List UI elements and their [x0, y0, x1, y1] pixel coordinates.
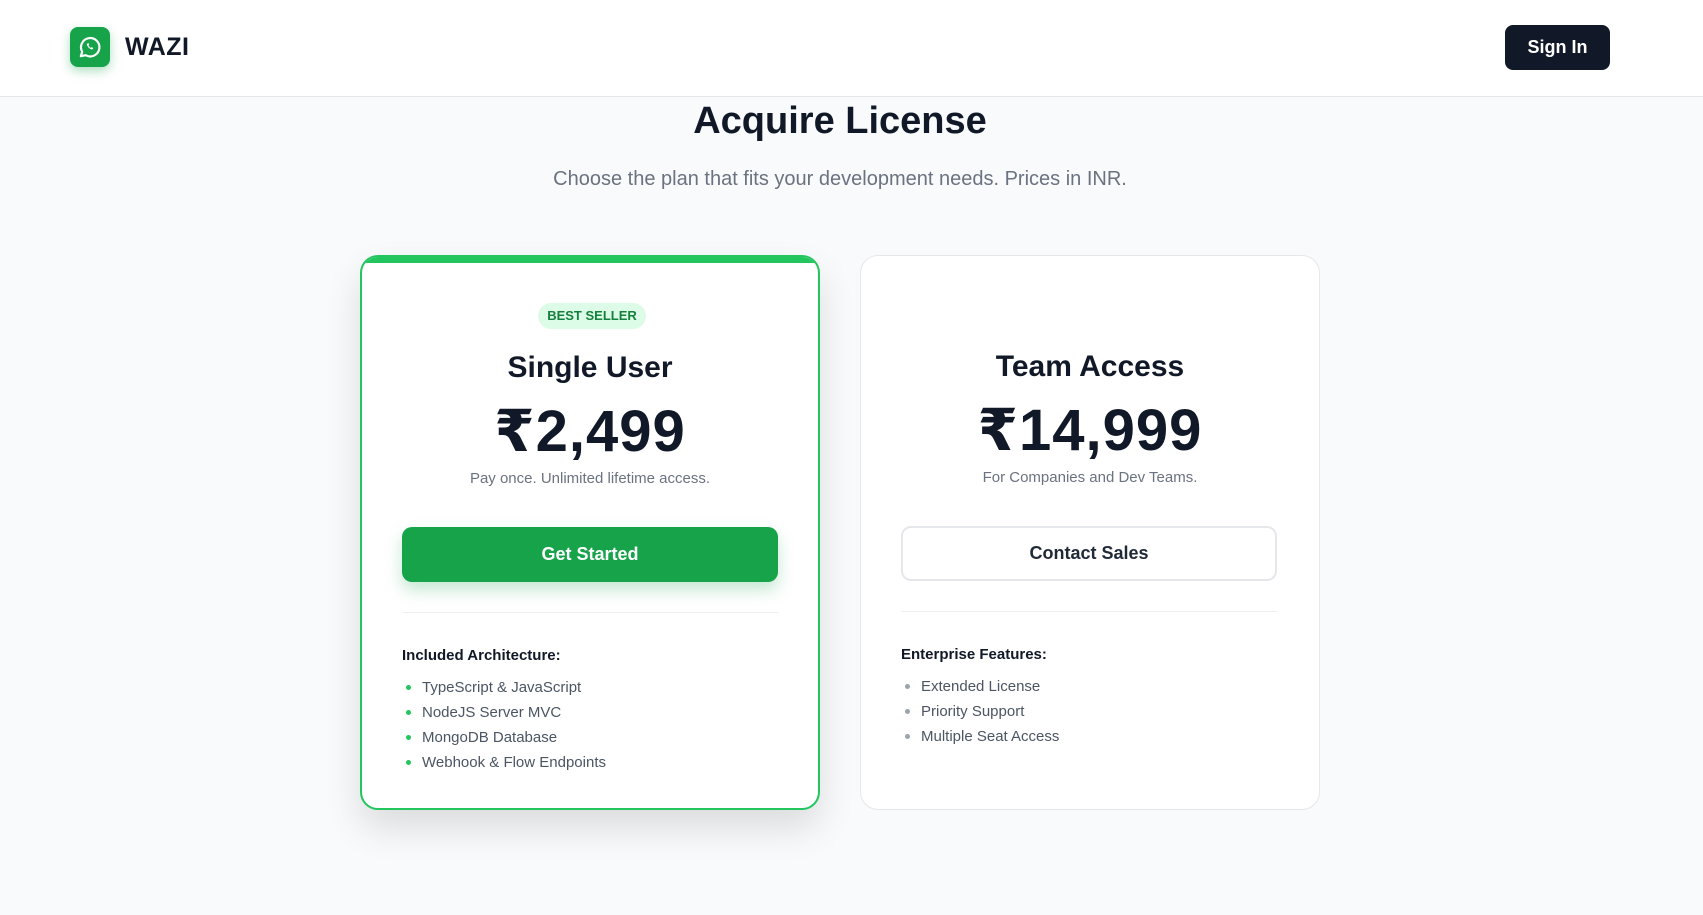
list-item: Multiple Seat Access [901, 724, 1059, 749]
bullet-icon [406, 710, 411, 715]
bullet-icon [905, 684, 910, 689]
list-item: Extended License [901, 674, 1059, 699]
plan-name: Team Access [995, 350, 1185, 383]
feature-label: Multiple Seat Access [921, 728, 1060, 745]
feature-list: TypeScript & JavaScript NodeJS Server MV… [402, 675, 606, 775]
bullet-icon [406, 760, 411, 765]
best-seller-badge: BEST SELLER [538, 303, 646, 329]
bullet-icon [905, 734, 910, 739]
feature-label: NodeJS Server MVC [422, 704, 562, 721]
get-started-button[interactable]: Get Started [402, 527, 778, 582]
feature-list: Extended License Priority Support Multip… [901, 674, 1059, 749]
plan-price-note: For Companies and Dev Teams. [982, 469, 1198, 486]
list-item: NodeJS Server MVC [402, 700, 606, 725]
list-item: Priority Support [901, 699, 1059, 724]
card-accent-bar [362, 257, 818, 263]
divider [901, 611, 1277, 612]
list-item: TypeScript & JavaScript [402, 675, 606, 700]
plan-card-team-access: Team Access ₹14,999 For Companies and De… [860, 255, 1320, 810]
bullet-icon [905, 709, 910, 714]
plan-price-note: Pay once. Unlimited lifetime access. [469, 470, 711, 487]
feature-label: MongoDB Database [422, 729, 558, 746]
plan-card-single-user: BEST SELLER Single User ₹2,499 Pay once.… [360, 255, 820, 810]
features-title: Enterprise Features: [901, 646, 1047, 663]
plan-name: Single User [507, 351, 673, 384]
bullet-icon [406, 685, 411, 690]
plan-price: ₹14,999 [977, 398, 1203, 463]
features-title: Included Architecture: [402, 647, 561, 664]
feature-label: Extended License [921, 678, 1041, 695]
feature-label: Priority Support [921, 703, 1025, 720]
list-item: Webhook & Flow Endpoints [402, 750, 606, 775]
whatsapp-icon[interactable] [70, 27, 110, 67]
top-navbar: WAZI Sign In [0, 0, 1703, 97]
contact-sales-button[interactable]: Contact Sales [901, 526, 1277, 581]
list-item: MongoDB Database [402, 725, 606, 750]
brand-name[interactable]: WAZI [125, 33, 190, 62]
feature-label: Webhook & Flow Endpoints [422, 754, 606, 771]
page-title: Acquire License [693, 100, 987, 142]
feature-label: TypeScript & JavaScript [422, 679, 582, 696]
plan-price: ₹2,499 [494, 399, 686, 464]
bullet-icon [406, 735, 411, 740]
page-subtitle: Choose the plan that fits your developme… [553, 168, 1127, 190]
divider [402, 612, 778, 613]
sign-in-button[interactable]: Sign In [1505, 25, 1610, 70]
